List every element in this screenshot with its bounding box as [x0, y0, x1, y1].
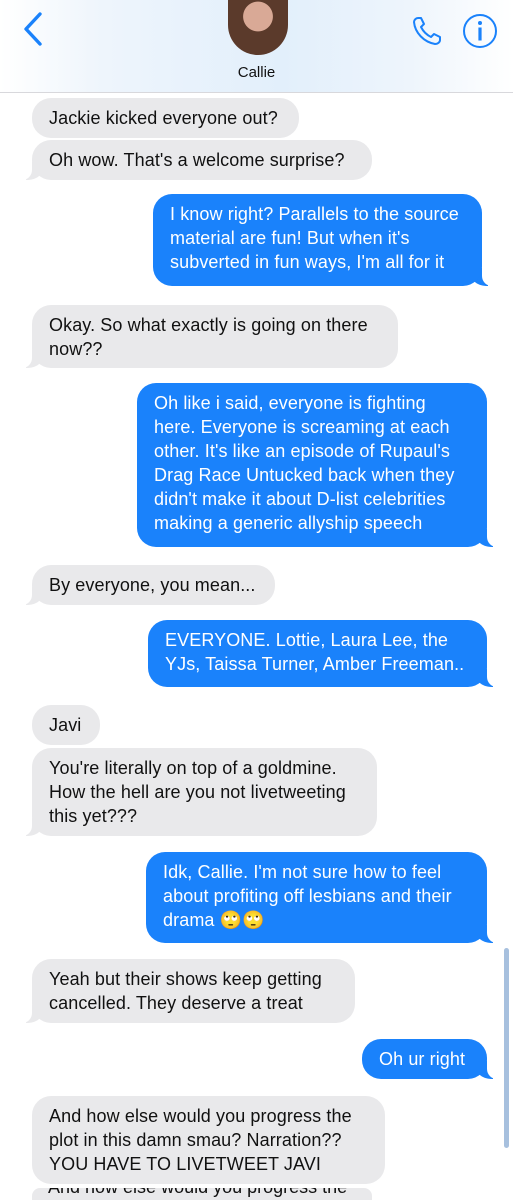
message-bubble-incoming[interactable]: Javi	[32, 705, 100, 745]
message-bubble-incoming[interactable]: Yeah but their shows keep getting cancel…	[20, 959, 355, 1023]
message-bubble-incoming[interactable]: And how else would you progress the plot…	[32, 1096, 385, 1184]
message-bubble-incoming[interactable]: Oh wow. That's a welcome surprise?	[20, 140, 372, 180]
message-bubble-outgoing[interactable]: EVERYONE. Lottie, Laura Lee, the YJs, Ta…	[148, 620, 499, 687]
message-bubble-incoming-cut-off[interactable]: And how else would you progress the	[32, 1188, 372, 1200]
message-bubble-incoming[interactable]: By everyone, you mean...	[20, 565, 275, 605]
message-bubble-outgoing[interactable]: Oh like i said, everyone is fighting her…	[137, 383, 499, 547]
message-bubble-incoming[interactable]: Jackie kicked everyone out?	[32, 98, 299, 138]
message-bubble-outgoing[interactable]: Idk, Callie. I'm not sure how to feel ab…	[146, 852, 499, 943]
info-icon[interactable]	[461, 12, 499, 50]
message-bubble-outgoing[interactable]: I know right? Parallels to the source ma…	[153, 194, 494, 286]
scrollbar[interactable]	[504, 948, 509, 1148]
conversation-header: Callie	[0, 0, 513, 93]
message-bubble-incoming[interactable]: You're literally on top of a goldmine. H…	[20, 748, 377, 836]
phone-icon[interactable]	[410, 14, 444, 48]
contact-name[interactable]: Callie	[0, 64, 513, 81]
avatar[interactable]	[228, 0, 288, 55]
message-bubble-incoming[interactable]: Okay. So what exactly is going on there …	[20, 305, 398, 368]
chevron-left-icon[interactable]	[14, 8, 54, 48]
cut-off-text: And how else would you progress the	[48, 1188, 347, 1198]
message-bubble-outgoing[interactable]: Oh ur right	[362, 1039, 499, 1079]
